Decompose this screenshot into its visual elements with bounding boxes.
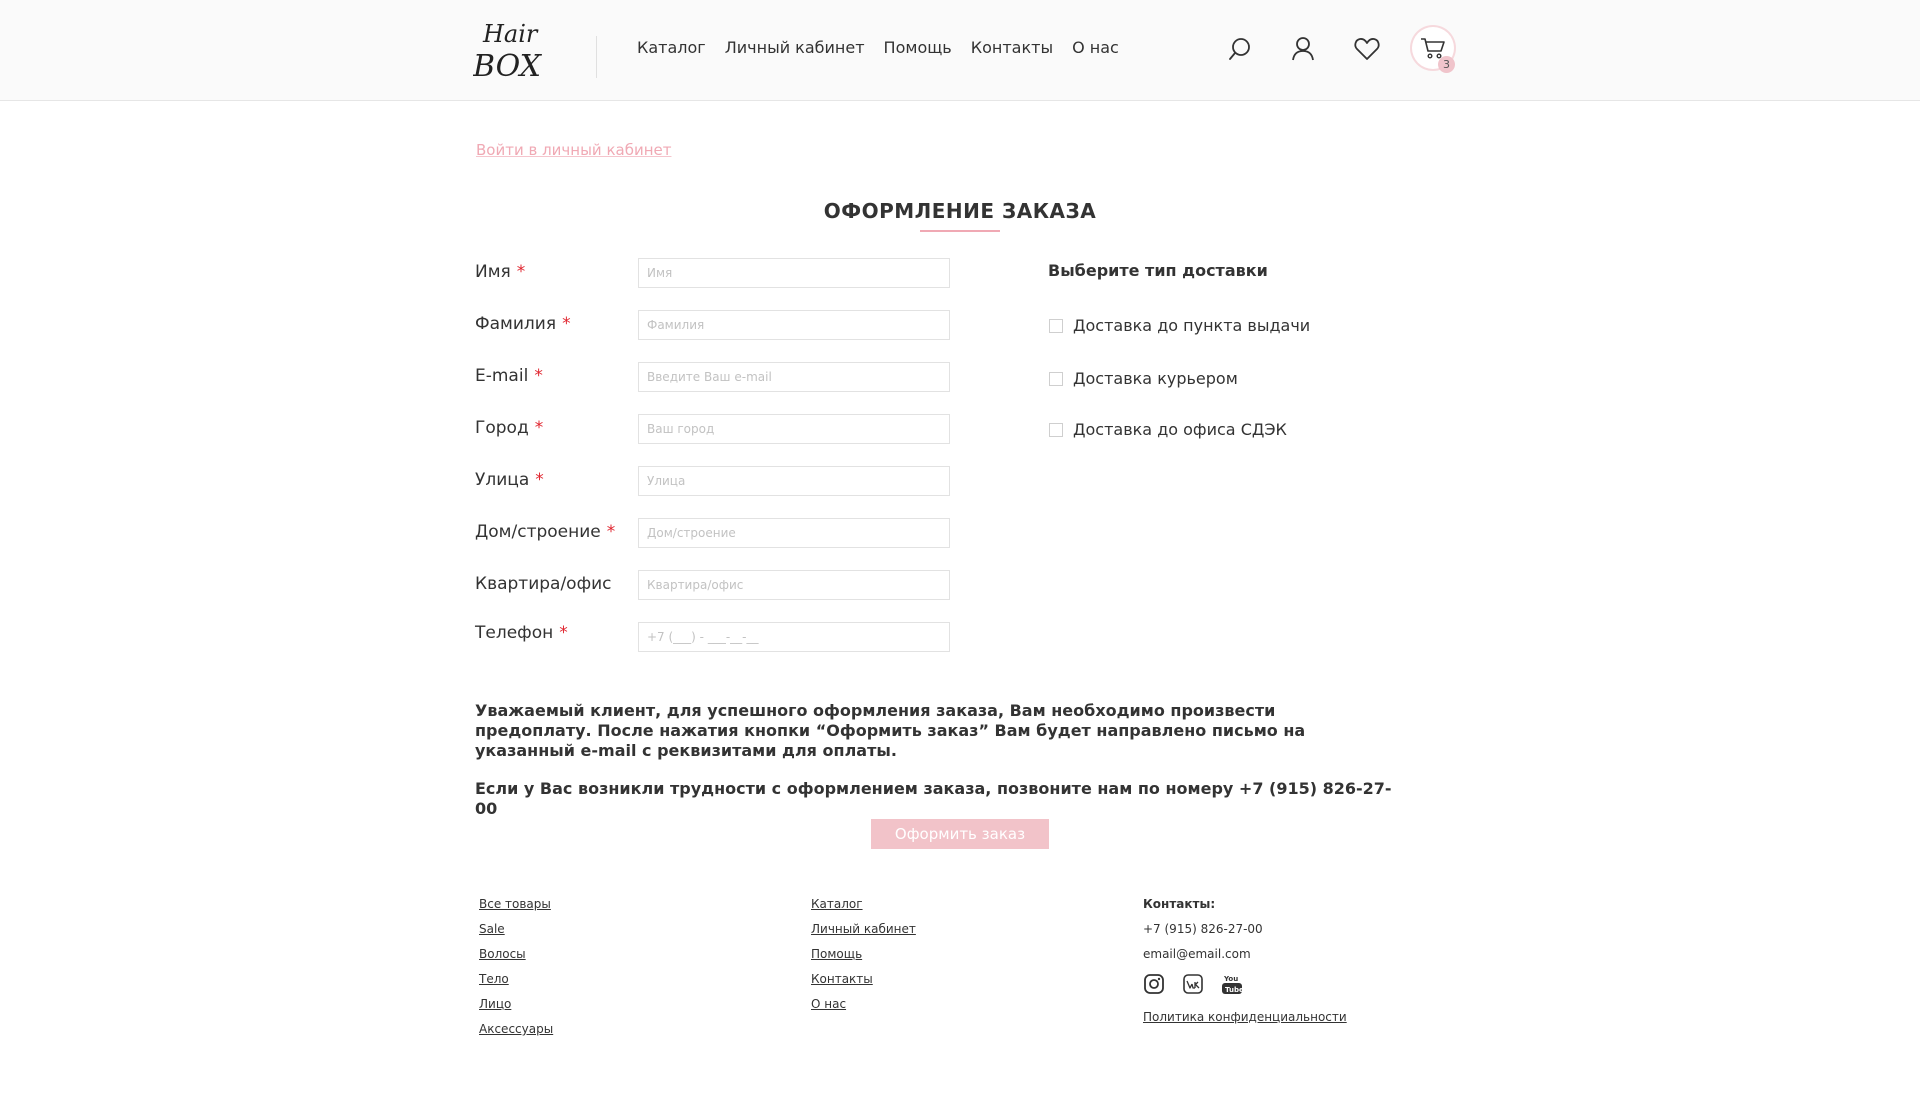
footer-link-contacts[interactable]: Контакты <box>811 971 916 996</box>
svg-text:Tube: Tube <box>1225 986 1243 994</box>
footer-email: email@email.com <box>1143 947 1251 961</box>
last-name-input[interactable] <box>638 310 950 340</box>
footer-link-privacy[interactable]: Политика конфиденциальности <box>1143 1009 1347 1034</box>
phone-label: Телефон * <box>475 623 568 643</box>
email-input[interactable] <box>638 362 950 392</box>
city-input[interactable] <box>638 414 950 444</box>
user-icon[interactable] <box>1288 34 1318 64</box>
title-underline <box>920 230 1000 232</box>
hairbox-logo[interactable]: Hair BOX <box>473 16 553 82</box>
email-label: E-mail * <box>475 366 543 386</box>
nav-item-account[interactable]: Личный кабинет <box>725 38 865 57</box>
instagram-icon[interactable] <box>1143 973 1165 995</box>
logo-hair-text: Hair <box>482 20 539 48</box>
footer-link-help[interactable]: Помощь <box>811 946 916 971</box>
youtube-icon[interactable]: You Tube <box>1221 973 1244 995</box>
footer-column-products: Все товары Sale Волосы Тело Лицо Аксессу… <box>479 896 553 1046</box>
delivery-option-cdek[interactable]: Доставка до офиса СДЭК <box>1049 420 1287 439</box>
delivery-option-courier[interactable]: Доставка курьером <box>1049 369 1238 388</box>
cart-count-badge: 3 <box>1438 56 1455 73</box>
footer-column-nav: Каталог Личный кабинет Помощь Контакты О… <box>811 896 916 1021</box>
house-input[interactable] <box>638 518 950 548</box>
logo-divider <box>596 36 597 78</box>
street-label: Улица * <box>475 470 544 490</box>
footer-link-account[interactable]: Личный кабинет <box>811 921 916 946</box>
heart-icon[interactable] <box>1352 34 1382 64</box>
house-label: Дом/строение * <box>475 522 616 542</box>
delivery-cdek-checkbox[interactable] <box>1049 422 1063 437</box>
footer-link-body[interactable]: Тело <box>479 971 553 996</box>
apartment-input[interactable] <box>638 570 950 600</box>
apartment-label: Квартира/офис <box>475 574 612 594</box>
footer-link-catalog[interactable]: Каталог <box>811 896 916 921</box>
login-link[interactable]: Войти в личный кабинет <box>476 141 671 159</box>
delivery-pickup-checkbox[interactable] <box>1049 318 1063 333</box>
nav-item-catalog[interactable]: Каталог <box>637 38 706 57</box>
main-nav: Каталог Личный кабинет Помощь Контакты О… <box>637 38 1138 57</box>
svg-text:You: You <box>1223 975 1238 983</box>
prepayment-notice: Уважаемый клиент, для успешного оформлен… <box>475 701 1306 760</box>
last-name-label: Фамилия * <box>475 314 571 334</box>
social-links: You Tube <box>1143 973 1347 995</box>
delivery-courier-label: Доставка курьером <box>1073 369 1238 388</box>
page-title: ОФОРМЛЕНИЕ ЗАКАЗА <box>823 199 1097 223</box>
vk-icon[interactable] <box>1182 973 1204 995</box>
footer-contacts-title: Контакты: <box>1143 897 1216 911</box>
help-phone-notice: Если у Вас возникли трудности с оформлен… <box>475 779 1392 818</box>
footer-link-about[interactable]: О нас <box>811 996 916 1021</box>
footer-link-accessories[interactable]: Аксессуары <box>479 1021 553 1046</box>
street-input[interactable] <box>638 466 950 496</box>
footer-phone: +7 (915) 826-27-00 <box>1143 922 1263 936</box>
nav-item-help[interactable]: Помощь <box>884 38 952 57</box>
logo-box-text: BOX <box>473 49 543 82</box>
submit-order-button[interactable]: Оформить заказ <box>871 819 1049 849</box>
search-icon[interactable] <box>1225 34 1255 64</box>
delivery-cdek-label: Доставка до офиса СДЭК <box>1073 420 1287 439</box>
footer-link-sale[interactable]: Sale <box>479 921 553 946</box>
footer-link-hair[interactable]: Волосы <box>479 946 553 971</box>
footer-link-all-products[interactable]: Все товары <box>479 896 553 921</box>
first-name-label: Имя * <box>475 262 526 282</box>
nav-item-contacts[interactable]: Контакты <box>971 38 1053 57</box>
first-name-input[interactable] <box>638 258 950 288</box>
delivery-pickup-label: Доставка до пункта выдачи <box>1073 316 1311 335</box>
footer-link-face[interactable]: Лицо <box>479 996 553 1021</box>
site-header: Hair BOX Каталог Личный кабинет Помощь К… <box>0 0 1920 101</box>
delivery-courier-checkbox[interactable] <box>1049 371 1063 386</box>
footer-column-contacts: Контакты: +7 (915) 826-27-00 email@email… <box>1143 896 1347 1034</box>
delivery-option-pickup[interactable]: Доставка до пункта выдачи <box>1049 316 1310 335</box>
phone-input[interactable] <box>638 622 950 652</box>
delivery-title: Выберите тип доставки <box>1048 261 1268 280</box>
nav-item-about[interactable]: О нас <box>1072 38 1119 57</box>
city-label: Город * <box>475 418 544 438</box>
